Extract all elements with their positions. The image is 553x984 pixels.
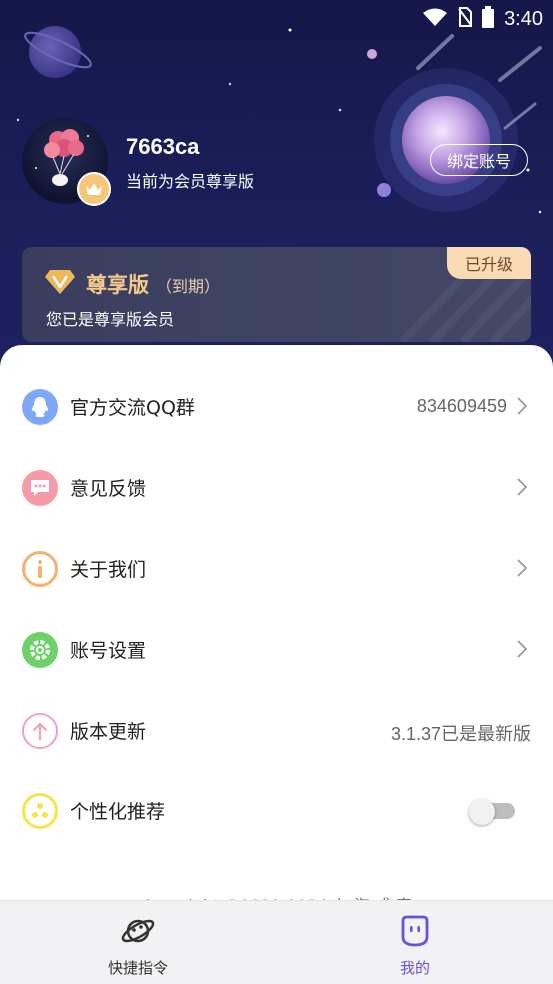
menu-item-feedback[interactable]: 意见反馈 <box>0 458 553 518</box>
status-time: 3:40 <box>504 7 543 30</box>
menu-item-label: 个性化推荐 <box>70 801 166 823</box>
menu-item-qq-group[interactable]: 官方交流QQ群 834609459 <box>0 377 553 437</box>
tab-shortcuts[interactable]: 快捷指令 <box>58 901 218 984</box>
menu-item-label: 官方交流QQ群 <box>70 397 195 419</box>
upgrade-arrow-icon <box>22 713 58 749</box>
settings-gear-icon <box>22 632 58 668</box>
vip-description: 您已是尊享版会员 <box>46 310 175 329</box>
info-icon <box>22 551 58 587</box>
menu-item-label: 账号设置 <box>70 640 147 662</box>
wifi-icon <box>422 7 448 31</box>
vip-expiry: （到期） <box>156 277 221 296</box>
qq-penguin-icon <box>22 389 58 425</box>
feedback-bubble-icon <box>22 470 58 506</box>
profile-header: 3:40 7663ca 当前为会员尊享版 绑定账号 尊享版 （到期） 您已是尊享… <box>0 0 553 380</box>
tab-mine[interactable]: 我的 <box>335 901 495 984</box>
vip-title: 尊享版 <box>86 273 149 297</box>
menu-item-label: 关于我们 <box>70 559 147 581</box>
member-crown-icon <box>77 172 111 206</box>
planet-icon <box>120 913 156 949</box>
upgraded-badge: 已升级 <box>447 247 531 279</box>
menu-item-account-settings[interactable]: 账号设置 <box>0 620 553 680</box>
bind-account-button[interactable]: 绑定账号 <box>430 144 528 176</box>
version-status: 3.1.37已是最新版 <box>390 724 531 744</box>
battery-icon <box>482 6 495 32</box>
diamond-icon <box>44 269 76 299</box>
tab-label: 我的 <box>399 959 430 977</box>
username: 7663ca <box>126 134 200 159</box>
recommend-dots-icon <box>22 793 58 829</box>
menu-item-version-update[interactable]: 版本更新 3.1.37已是最新版 <box>0 701 553 761</box>
status-bar: 3:40 <box>422 6 543 32</box>
chevron-right-icon <box>517 640 528 662</box>
menu-item-label: 意见反馈 <box>70 478 147 500</box>
personalized-recommendation-toggle[interactable] <box>469 799 515 825</box>
qq-group-number: 834609459 <box>416 396 507 416</box>
mine-face-icon <box>397 913 433 949</box>
no-sim-icon <box>458 7 473 31</box>
chevron-right-icon <box>517 478 528 500</box>
menu-item-about[interactable]: 关于我们 <box>0 539 553 599</box>
settings-sheet: 官方交流QQ群 834609459 意见反馈 关于我们 账号设置 版本更新 3.… <box>0 345 553 905</box>
vip-card[interactable]: 尊享版 （到期） 您已是尊享版会员 已升级 <box>22 247 531 342</box>
tab-label: 快捷指令 <box>107 959 168 977</box>
menu-item-label: 版本更新 <box>70 721 147 743</box>
chevron-right-icon <box>517 397 528 419</box>
member-status: 当前为会员尊享版 <box>126 172 255 191</box>
toggle-knob <box>469 799 495 825</box>
chevron-right-icon <box>517 559 528 581</box>
bottom-tab-bar: 快捷指令 我的 <box>0 900 553 984</box>
menu-item-personalized-recommendation: 个性化推荐 <box>0 781 553 841</box>
